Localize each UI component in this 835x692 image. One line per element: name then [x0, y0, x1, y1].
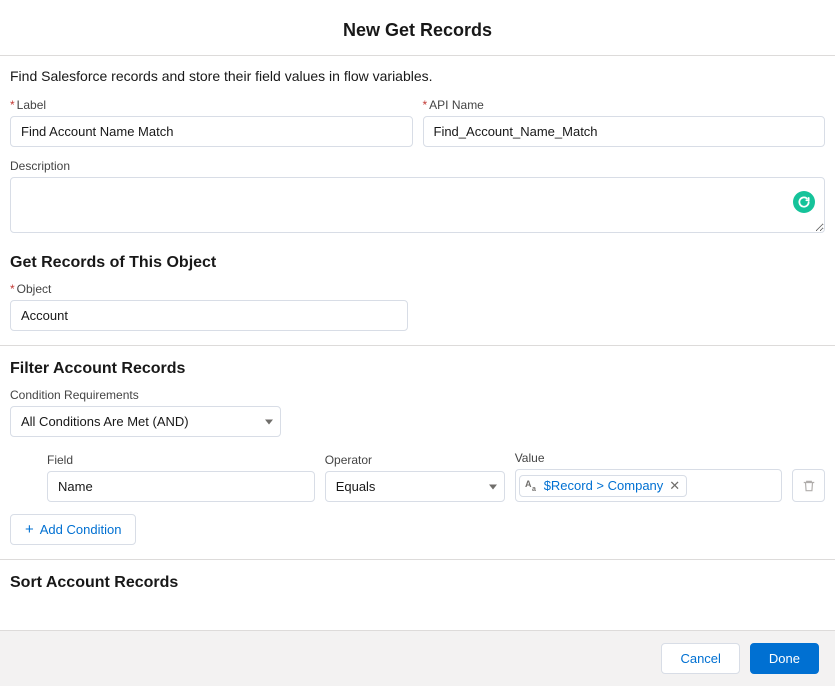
filter-field-input[interactable] — [47, 471, 315, 502]
grammarly-icon[interactable] — [793, 191, 815, 213]
sort-section-heading: Sort Account Records — [10, 560, 825, 602]
plus-icon: + — [25, 522, 34, 537]
modal-footer: Cancel Done — [0, 630, 835, 686]
trash-icon — [802, 479, 816, 493]
api-name-field-label: *API Name — [423, 98, 826, 112]
filter-operator-select[interactable]: Equals — [325, 471, 505, 502]
value-pill: Aa $Record > Company ✕ — [519, 475, 688, 497]
filter-field-label: Field — [47, 453, 315, 467]
filter-section-heading: Filter Account Records — [10, 346, 825, 388]
done-button[interactable]: Done — [750, 643, 819, 674]
condition-req-label: Condition Requirements — [10, 388, 825, 402]
description-label: Description — [10, 159, 825, 173]
value-pill-text: $Record > Company — [544, 478, 664, 493]
cancel-button[interactable]: Cancel — [661, 643, 739, 674]
object-field-label: *Object — [10, 282, 408, 296]
api-name-input[interactable] — [423, 116, 826, 147]
delete-condition-button[interactable] — [792, 469, 825, 502]
intro-text: Find Salesforce records and store their … — [10, 68, 825, 98]
modal-title: New Get Records — [0, 0, 835, 55]
condition-req-select[interactable]: All Conditions Are Met (AND) — [10, 406, 281, 437]
pill-remove-icon[interactable]: ✕ — [667, 478, 680, 494]
add-condition-button[interactable]: + Add Condition — [10, 514, 136, 545]
label-field-label: *Label — [10, 98, 413, 112]
filter-operator-label: Operator — [325, 453, 505, 467]
description-input[interactable] — [10, 177, 825, 233]
object-input[interactable] — [10, 300, 408, 331]
svg-text:a: a — [532, 486, 536, 493]
text-type-icon: Aa — [524, 478, 540, 494]
filter-value-label: Value — [515, 451, 783, 465]
object-section-heading: Get Records of This Object — [10, 240, 825, 282]
add-condition-label: Add Condition — [40, 522, 122, 537]
label-input[interactable] — [10, 116, 413, 147]
svg-text:A: A — [525, 479, 532, 489]
filter-value-input[interactable]: Aa $Record > Company ✕ — [515, 469, 783, 502]
